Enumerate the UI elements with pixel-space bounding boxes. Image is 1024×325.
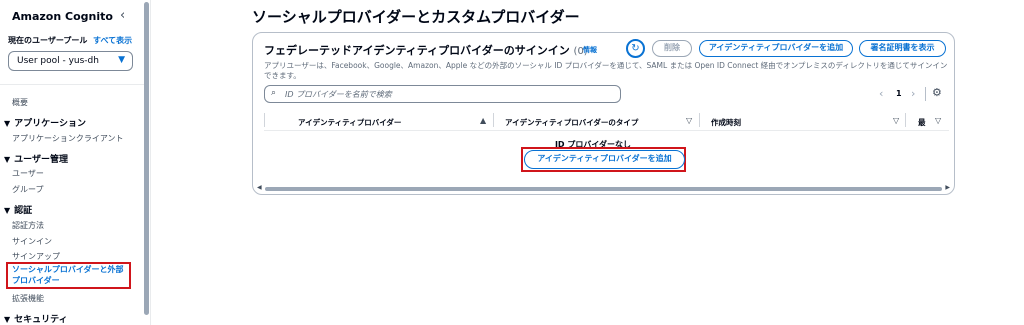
section-label: ユーザー管理: [14, 155, 68, 165]
card-title-text: フェデレーテッドアイデンティティプロバイダーのサインイン: [264, 44, 570, 57]
sort-ascending-icon[interactable]: ▲: [480, 116, 486, 125]
column-header-created[interactable]: 作成時刻: [711, 117, 741, 128]
refresh-button[interactable]: ↻: [626, 39, 645, 58]
sidebar-section-security[interactable]: ▼ セキュリティ: [4, 312, 68, 325]
column-divider: [905, 113, 906, 127]
caret-down-icon: ▼: [4, 206, 11, 215]
add-idp-button[interactable]: アイデンティティプロバイダーを追加: [699, 40, 853, 57]
column-header-idp[interactable]: アイデンティティプロバイダー: [298, 117, 401, 128]
horizontal-scrollbar[interactable]: ◀ ▶: [257, 184, 950, 192]
sidebar-section-user-management[interactable]: ▼ ユーザー管理: [4, 152, 68, 165]
show-all-link[interactable]: すべて表示: [93, 35, 132, 46]
sidebar-item-groups[interactable]: グループ: [12, 184, 44, 195]
sort-icon[interactable]: ▽: [935, 116, 941, 125]
section-label: 認証: [14, 206, 33, 216]
sort-icon[interactable]: ▽: [686, 116, 692, 125]
scrollbar-thumb[interactable]: [265, 187, 942, 191]
federated-idp-card: フェデレーテッドアイデンティティプロバイダーのサインイン (0) 情報 ↻ 削除…: [252, 32, 955, 195]
column-divider: [493, 113, 494, 127]
current-pool-label: 現在のユーザープール: [8, 36, 88, 45]
sidebar-item-users[interactable]: ユーザー: [12, 168, 44, 179]
sidebar-title: Amazon Cognito: [12, 10, 113, 23]
sidebar-item-overview[interactable]: 概要: [12, 97, 28, 108]
sidebar-item-extensions[interactable]: 拡張機能: [12, 293, 44, 304]
chevron-left-icon[interactable]: ‹: [120, 8, 125, 23]
chevron-right-icon[interactable]: ›: [911, 87, 915, 100]
info-link[interactable]: 情報: [583, 45, 597, 55]
sidebar-item-social-providers[interactable]: ソーシャルプロバイダーと外部プロバイダー: [12, 264, 130, 286]
sidebar-item-auth-methods[interactable]: 認証方法: [12, 220, 44, 231]
page-title: ソーシャルプロバイダーとカスタムプロバイダー: [252, 8, 580, 26]
sidebar-item-sign-in[interactable]: サインイン: [12, 236, 52, 247]
view-cert-button[interactable]: 署名証明書を表示: [859, 40, 946, 57]
caret-down-icon: ▼: [4, 315, 11, 324]
sidebar-divider: [0, 84, 144, 85]
caret-down-icon: ▼: [4, 119, 11, 128]
section-label: アプリケーション: [14, 119, 86, 129]
caret-down-icon: ▼: [4, 155, 11, 164]
sidebar-scrollbar[interactable]: [144, 2, 149, 315]
scroll-left-icon[interactable]: ◀: [257, 184, 262, 191]
refresh-icon: ↻: [631, 43, 640, 54]
scroll-right-icon[interactable]: ▶: [945, 184, 950, 191]
caret-down-icon: ▼: [118, 55, 125, 65]
sidebar-item-sign-up[interactable]: サインアップ: [12, 251, 60, 262]
column-header-idp-type[interactable]: アイデンティティプロバイダーのタイプ: [505, 117, 638, 128]
sidebar-section-authentication[interactable]: ▼ 認証: [4, 203, 32, 216]
table-header-line: [264, 130, 949, 131]
user-pool-select[interactable]: User pool - yus-dh ▼: [8, 51, 133, 71]
user-pool-value: User pool - yus-dh: [17, 56, 99, 66]
sidebar-section-applications[interactable]: ▼ アプリケーション: [4, 116, 86, 129]
column-divider: [264, 113, 265, 127]
column-divider: [699, 113, 700, 127]
search-icon: ⌕: [271, 88, 277, 98]
delete-button[interactable]: 削除: [652, 40, 692, 57]
pager-divider: [925, 87, 926, 101]
page-number[interactable]: 1: [896, 89, 902, 98]
sort-icon[interactable]: ▽: [893, 116, 899, 125]
column-header-last[interactable]: 最: [918, 117, 926, 128]
search-placeholder: ID プロバイダーを名前で検索: [285, 90, 392, 99]
section-label: セキュリティ: [14, 315, 68, 325]
sidebar-item-app-clients[interactable]: アプリケーションクライアント: [12, 133, 124, 144]
chevron-left-icon[interactable]: ‹: [879, 87, 883, 100]
card-title: フェデレーテッドアイデンティティプロバイダーのサインイン (0): [264, 42, 588, 58]
search-input[interactable]: ⌕ ID プロバイダーを名前で検索: [264, 85, 621, 103]
card-description: アプリユーザーは、Facebook、Google、Amazon、Apple など…: [264, 61, 948, 80]
empty-add-idp-button[interactable]: アイデンティティプロバイダーを追加: [524, 150, 685, 169]
sidebar: Amazon Cognito ‹ 現在のユーザープール すべて表示 User p…: [0, 0, 151, 325]
gear-icon[interactable]: ⚙: [932, 86, 942, 99]
